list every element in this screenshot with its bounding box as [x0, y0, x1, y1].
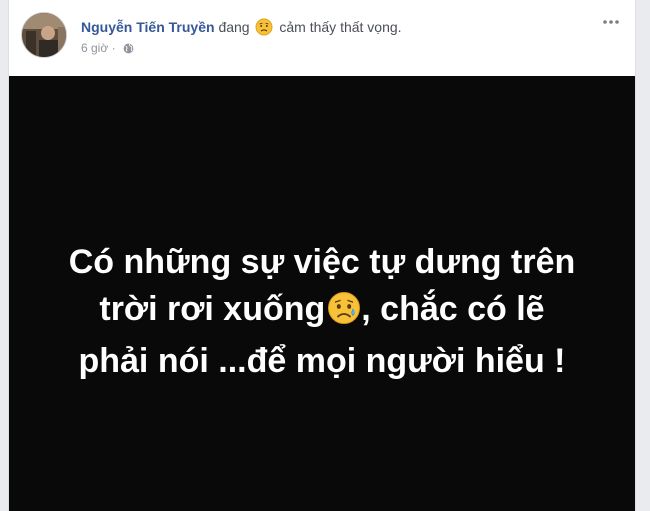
- post-image[interactable]: Có những sự việc tự dưng trên trời rơi x…: [9, 76, 635, 511]
- image-text-line-2: trời rơi xuống , chắc có lẽ: [9, 286, 635, 338]
- image-text: Có những sự việc tự dưng trên trời rơi x…: [9, 239, 635, 385]
- author-name[interactable]: Nguyễn Tiến Truyền: [81, 19, 215, 35]
- avatar[interactable]: [21, 12, 67, 58]
- more-options-icon[interactable]: [601, 16, 621, 30]
- image-text-line-2-end: , chắc có lẽ: [361, 290, 545, 328]
- image-text-line-2-start: trời rơi xuống: [99, 290, 326, 328]
- sad-crying-face-icon: [327, 291, 361, 338]
- timestamp[interactable]: 6 giờ: [81, 41, 108, 55]
- globe-icon[interactable]: [123, 43, 134, 57]
- post-meta: 6 giờ ·: [81, 41, 134, 57]
- post-card: Nguyễn Tiến Truyền đang cảm thấy thất vọ…: [8, 0, 636, 511]
- disappointed-face-icon: [255, 18, 273, 40]
- separator-dot: ·: [111, 41, 116, 55]
- avatar-image: [22, 13, 66, 57]
- post-header-line: Nguyễn Tiến Truyền đang cảm thấy thất vọ…: [81, 18, 402, 40]
- feeling-text[interactable]: cảm thấy thất vọng.: [279, 19, 401, 35]
- image-text-line-1: Có những sự việc tự dưng trên: [68, 243, 576, 281]
- status-prefix: đang: [218, 19, 250, 35]
- post-header: Nguyễn Tiến Truyền đang cảm thấy thất vọ…: [9, 0, 635, 74]
- image-text-line-3: phải nói ...để mọi người hiểu !: [78, 342, 566, 380]
